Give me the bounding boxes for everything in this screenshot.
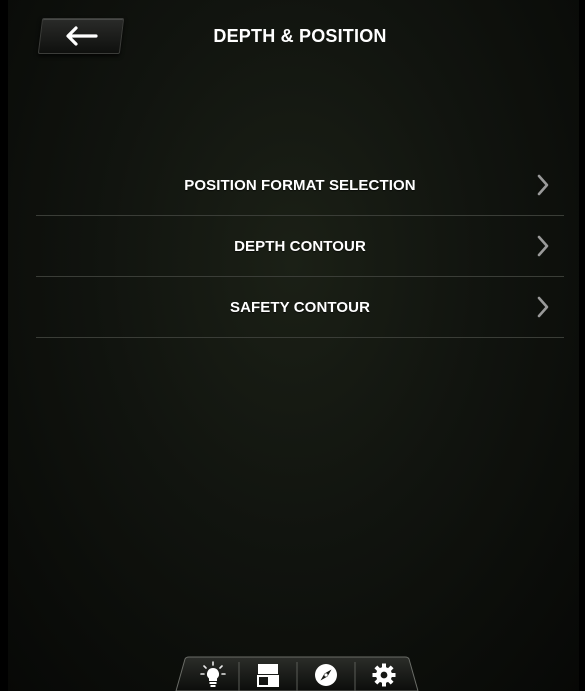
layout-split-icon	[257, 664, 279, 687]
arrow-left-icon	[66, 26, 98, 46]
compass-icon	[315, 664, 337, 686]
chevron-right-icon	[537, 296, 549, 318]
menu-item-position-format-selection[interactable]: POSITION FORMAT SELECTION	[36, 155, 564, 216]
menu-item-label: DEPTH CONTOUR	[234, 237, 366, 255]
tab-layout[interactable]	[242, 659, 294, 691]
screen: DEPTH & POSITION POSITION FORMAT SELECTI…	[0, 0, 585, 691]
lightbulb-icon	[200, 661, 226, 687]
menu-item-label: SAFETY CONTOUR	[229, 298, 371, 316]
menu-item-label: POSITION FORMAT SELECTION	[184, 176, 416, 194]
menu-item-depth-contour[interactable]: DEPTH CONTOUR	[36, 216, 564, 277]
chevron-right-icon	[537, 235, 549, 257]
bottom-tab-bar	[175, 656, 419, 691]
tab-settings[interactable]	[358, 659, 410, 691]
tab-lights[interactable]	[187, 659, 239, 691]
page-title: DEPTH & POSITION	[213, 26, 387, 46]
gear-icon	[372, 663, 396, 687]
menu-item-safety-contour[interactable]: SAFETY CONTOUR	[36, 277, 564, 338]
back-button[interactable]	[37, 18, 125, 54]
tab-navigation[interactable]	[300, 659, 352, 691]
chevron-right-icon	[537, 174, 549, 196]
settings-menu: POSITION FORMAT SELECTION DEPTH CONTOUR …	[36, 155, 564, 338]
